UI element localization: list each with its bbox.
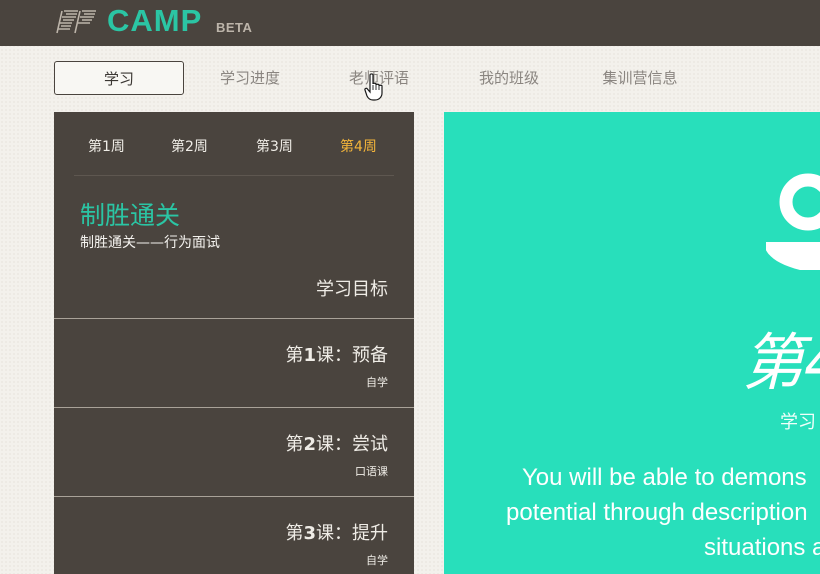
nav-tab-study[interactable]: 学习 [54, 61, 184, 95]
lesson-type: 自学 [366, 554, 388, 567]
hand-cursor-icon [364, 73, 383, 101]
goal-description-line: potential through description [506, 499, 808, 526]
module-title: 制胜通关 [80, 201, 181, 230]
week-tab-2[interactable]: 第2周 [171, 136, 208, 156]
week-tab-4[interactable]: 第4周 [340, 136, 377, 156]
top-bar: CAMP BETA [0, 0, 820, 46]
goal-description-line: You will be able to demons [522, 464, 807, 491]
lesson-title: 第2课：尝试 [285, 434, 388, 455]
week-tab-1[interactable]: 第1周 [88, 136, 125, 156]
lesson-title: 第1课：预备 [285, 345, 388, 366]
ef-logo-icon [56, 10, 96, 34]
person-icon [766, 173, 820, 270]
week-hero: 第4 学习 You will be able to demons potenti… [444, 112, 820, 574]
lesson-title: 第3课：提升 [285, 523, 388, 544]
nav-tab-my-class[interactable]: 我的班级 [461, 61, 557, 95]
learning-goal-link[interactable]: 学习目标 [316, 275, 388, 301]
nav-tab-progress[interactable]: 学习进度 [202, 61, 298, 95]
week-panel: 第1周 第2周 第3周 第4周 制胜通关 制胜通关——行为面试 学习目标 第1课… [54, 112, 414, 574]
nav-tab-camp-info[interactable]: 集训营信息 [588, 61, 692, 95]
divider [74, 175, 394, 176]
lesson-type: 口语课 [355, 465, 388, 478]
brand-name[interactable]: CAMP [107, 3, 202, 39]
goal-description-line: situations a [704, 534, 820, 561]
goal-label: 学习 [780, 412, 816, 433]
main-nav: 学习 学习进度 老师评语 我的班级 集训营信息 [0, 46, 820, 112]
lesson-item-1[interactable]: 第1课：预备 自学 [54, 318, 414, 407]
week-tab-3[interactable]: 第3周 [256, 136, 293, 156]
lesson-item-2[interactable]: 第2课：尝试 口语课 [54, 407, 414, 496]
beta-badge: BETA [216, 20, 253, 35]
week-heading: 第4 [742, 326, 820, 399]
week-selector: 第1周 第2周 第3周 第4周 [54, 112, 414, 176]
module-subtitle: 制胜通关——行为面试 [80, 235, 220, 251]
lesson-item-3[interactable]: 第3课：提升 自学 [54, 496, 414, 574]
lesson-type: 自学 [366, 376, 388, 389]
